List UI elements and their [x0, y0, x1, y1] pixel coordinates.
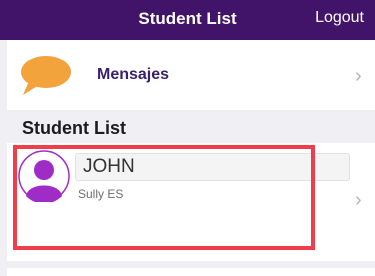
- highlight-box: [13, 145, 315, 250]
- messages-label: Mensajes: [97, 66, 170, 83]
- section-title: Student List: [22, 118, 126, 138]
- top-nav-bar: Student List Logout: [0, 0, 375, 40]
- chevron-right-icon: ›: [355, 65, 362, 87]
- chevron-right-icon: ›: [355, 189, 362, 211]
- next-row: [7, 268, 375, 276]
- messages-row[interactable]: Mensajes ›: [7, 40, 375, 110]
- logout-button[interactable]: Logout: [315, 9, 364, 27]
- speech-bubble-icon: [21, 56, 71, 95]
